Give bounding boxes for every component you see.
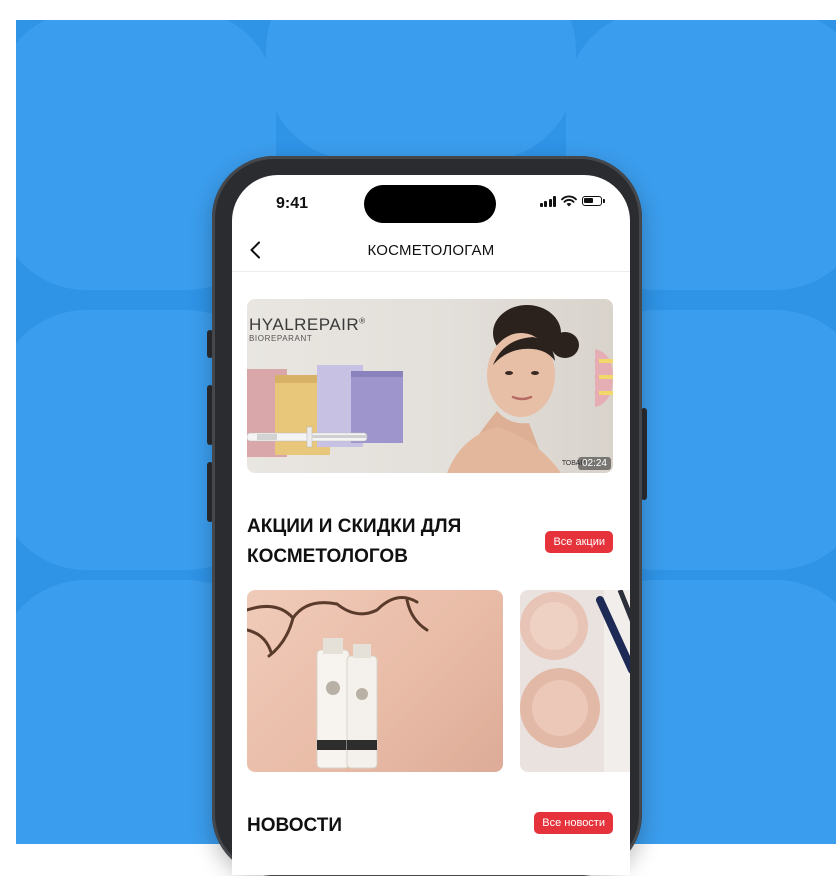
page-title: КОСМЕТОЛОГАМ <box>367 242 495 259</box>
bg-shape <box>266 20 576 160</box>
promotion-image <box>520 590 630 772</box>
promotions-title: АКЦИИ И СКИДКИ ДЛЯ КОСМЕТОЛОГОВ <box>247 516 462 567</box>
banner-subtitle: BIOREPARANT <box>249 334 313 343</box>
cellular-signal-icon <box>539 195 556 207</box>
status-icons <box>539 195 605 207</box>
wifi-icon <box>561 195 577 207</box>
all-news-button[interactable]: Все новости <box>534 812 613 834</box>
nav-bar: КОСМЕТОЛОГАМ <box>232 231 630 272</box>
promo-video-banner[interactable]: HYALREPAIR® BIOREPARANT ТОВАР 02:24 <box>247 299 613 473</box>
promotion-card[interactable] <box>520 590 630 772</box>
all-promotions-button[interactable]: Все акции <box>545 531 613 553</box>
battery-icon <box>582 196 605 206</box>
dynamic-island <box>364 185 496 223</box>
banner-brand: HYALREPAIR® <box>249 315 366 334</box>
news-title: НОВОСТИ <box>247 815 343 836</box>
phone-screen: 9:41 КОСМЕТОЛОГАМ HYALREPAIR® BIOREPARAN… <box>232 175 630 875</box>
promotion-card[interactable] <box>247 590 503 772</box>
video-duration: 02:24 <box>577 457 611 470</box>
status-time: 9:41 <box>276 195 309 212</box>
promotion-image <box>247 596 429 769</box>
